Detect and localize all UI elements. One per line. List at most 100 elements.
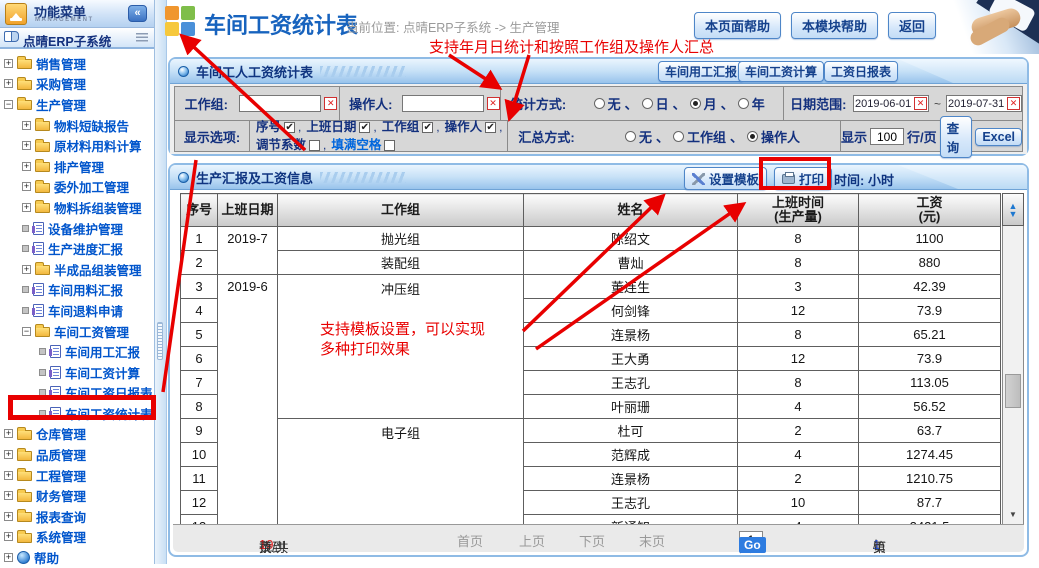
first-page-link[interactable]: 首页	[457, 531, 483, 550]
next-page-link[interactable]: 下页	[579, 531, 605, 550]
sort-down-icon[interactable]: ▼	[1009, 210, 1018, 218]
page-help-button[interactable]: 本页面帮助	[694, 12, 781, 39]
expand-icon[interactable]	[4, 512, 13, 521]
clear-icon[interactable]	[914, 97, 927, 110]
col-seq[interactable]: 序号	[181, 194, 218, 227]
tree-item[interactable]: 委外加工管理	[0, 177, 154, 198]
tree-item[interactable]: 品质管理	[0, 444, 154, 465]
checkbox-adjust-factor[interactable]	[309, 140, 320, 151]
tree-item[interactable]: 工程管理	[0, 465, 154, 486]
set-template-button[interactable]: 设置模板	[684, 167, 767, 190]
tree-item[interactable]: 物料拆组装管理	[0, 197, 154, 218]
expand-icon[interactable]	[4, 553, 13, 562]
menu-settings-icon[interactable]	[136, 33, 148, 42]
col-hours[interactable]: 上班时间(生产量)	[738, 194, 859, 227]
col-wage[interactable]: 工资(元)	[859, 194, 1001, 227]
radio-summary-workgroup[interactable]: 工作组	[673, 127, 726, 146]
tab-workshop-labor-report[interactable]: 车间用工汇报	[658, 61, 744, 82]
tree-item[interactable]: 车间工资管理	[0, 321, 154, 342]
tree-item[interactable]: 车间用工汇报	[0, 341, 154, 362]
query-button[interactable]: 查询	[940, 116, 973, 158]
checkbox-operator[interactable]	[485, 122, 496, 133]
expand-icon[interactable]	[4, 450, 13, 459]
workgroup-input[interactable]	[239, 95, 321, 112]
tree-item[interactable]: 原材料用料计算	[0, 135, 154, 156]
tree-item[interactable]: 车间退料申请	[0, 300, 154, 321]
expand-icon[interactable]	[4, 429, 13, 438]
tree-item[interactable]: 车间工资日报表	[0, 383, 154, 404]
splitter-grip-icon[interactable]	[157, 322, 163, 360]
scrollbar-thumb[interactable]	[1005, 374, 1021, 408]
expand-icon[interactable]	[22, 265, 31, 274]
operator-input[interactable]	[402, 95, 484, 112]
operator-label: 操作人:	[349, 94, 392, 113]
tree-item[interactable]: 生产管理	[0, 94, 154, 115]
filter-panel-header: 车间工人工资统计表 车间用工汇报 车间工资计算 工资日报表	[170, 59, 1027, 84]
expand-icon[interactable]	[4, 471, 13, 480]
clear-icon[interactable]	[324, 97, 337, 110]
radio-stat-day[interactable]: 日	[642, 94, 669, 113]
radio-stat-month[interactable]: 月	[690, 94, 717, 113]
clear-icon[interactable]	[1007, 97, 1020, 110]
back-button[interactable]: 返回	[888, 12, 936, 39]
tree-item[interactable]: 仓库管理	[0, 424, 154, 445]
tree-item[interactable]: 财务管理	[0, 485, 154, 506]
last-page-link[interactable]: 末页	[639, 531, 665, 550]
sidebar-collapse-button[interactable]: «	[128, 5, 147, 22]
tab-wage-daily-report[interactable]: 工资日报表	[824, 61, 898, 82]
tree-item[interactable]: 销售管理	[0, 53, 154, 74]
radio-summary-none[interactable]: 无	[625, 127, 652, 146]
expand-icon[interactable]	[4, 491, 13, 500]
checkbox-workgroup[interactable]	[422, 122, 433, 133]
col-name[interactable]: 姓名	[524, 194, 738, 227]
radio-stat-year[interactable]: 年	[738, 94, 765, 113]
print-button[interactable]: 打印	[774, 167, 832, 190]
go-button[interactable]: Go	[739, 537, 766, 553]
tree-item-active[interactable]: 车间工资统计表	[0, 403, 154, 424]
excel-button[interactable]: Excel	[975, 128, 1022, 146]
tree-item[interactable]: 车间工资计算	[0, 362, 154, 383]
date-to-input[interactable]: 2019-07-31	[946, 95, 1022, 112]
collapse-node-icon[interactable]	[22, 327, 31, 336]
tree-item[interactable]: 帮助	[0, 547, 154, 568]
tree-item[interactable]: 系统管理	[0, 527, 154, 548]
rows-per-page-input[interactable]	[870, 128, 904, 145]
col-date[interactable]: 上班日期	[218, 194, 278, 227]
col-group[interactable]: 工作组	[278, 194, 524, 227]
scroll-down-icon[interactable]: ▼	[1003, 510, 1023, 519]
tree-item[interactable]: 设备维护管理	[0, 218, 154, 239]
sidebar-splitter[interactable]	[155, 0, 167, 564]
summary-mode-radios: 无、 工作组、 操作人	[585, 121, 840, 152]
expand-icon[interactable]	[4, 79, 13, 88]
checkbox-fill-blank[interactable]	[384, 140, 395, 151]
collapse-node-icon[interactable]	[4, 100, 13, 109]
expand-icon[interactable]	[22, 162, 31, 171]
expand-icon[interactable]	[22, 182, 31, 191]
tree-item[interactable]: 报表查询	[0, 506, 154, 527]
expand-icon[interactable]	[4, 532, 13, 541]
clear-icon[interactable]	[487, 97, 500, 110]
checkbox-seq[interactable]	[284, 122, 295, 133]
checkbox-workdate[interactable]	[359, 122, 370, 133]
sphere-icon	[178, 172, 189, 183]
module-help-button[interactable]: 本模块帮助	[791, 12, 878, 39]
tree-item[interactable]: 采购管理	[0, 74, 154, 95]
radio-summary-operator[interactable]: 操作人	[747, 127, 800, 146]
expand-icon[interactable]	[22, 121, 31, 130]
stripes-decoration	[320, 172, 406, 183]
tree-item[interactable]: 排产管理	[0, 156, 154, 177]
tree-item[interactable]: 半成品组装管理	[0, 259, 154, 280]
tree-item[interactable]: 生产进度汇报	[0, 238, 154, 259]
date-from-input[interactable]: 2019-06-01	[853, 95, 929, 112]
node-square-icon	[22, 225, 29, 232]
expand-icon[interactable]	[22, 141, 31, 150]
expand-icon[interactable]	[4, 59, 13, 68]
tree-item[interactable]: 车间用料汇报	[0, 280, 154, 301]
tab-workshop-wage-calc[interactable]: 车间工资计算	[738, 61, 824, 82]
sort-arrows[interactable]: ▲ ▼	[1002, 193, 1024, 226]
radio-stat-none[interactable]: 无	[594, 94, 621, 113]
prev-page-link[interactable]: 上页	[519, 531, 545, 550]
expand-icon[interactable]	[22, 203, 31, 212]
tree-item[interactable]: 物料短缺报告	[0, 115, 154, 136]
scrollbar-track[interactable]: ▼	[1002, 226, 1024, 525]
